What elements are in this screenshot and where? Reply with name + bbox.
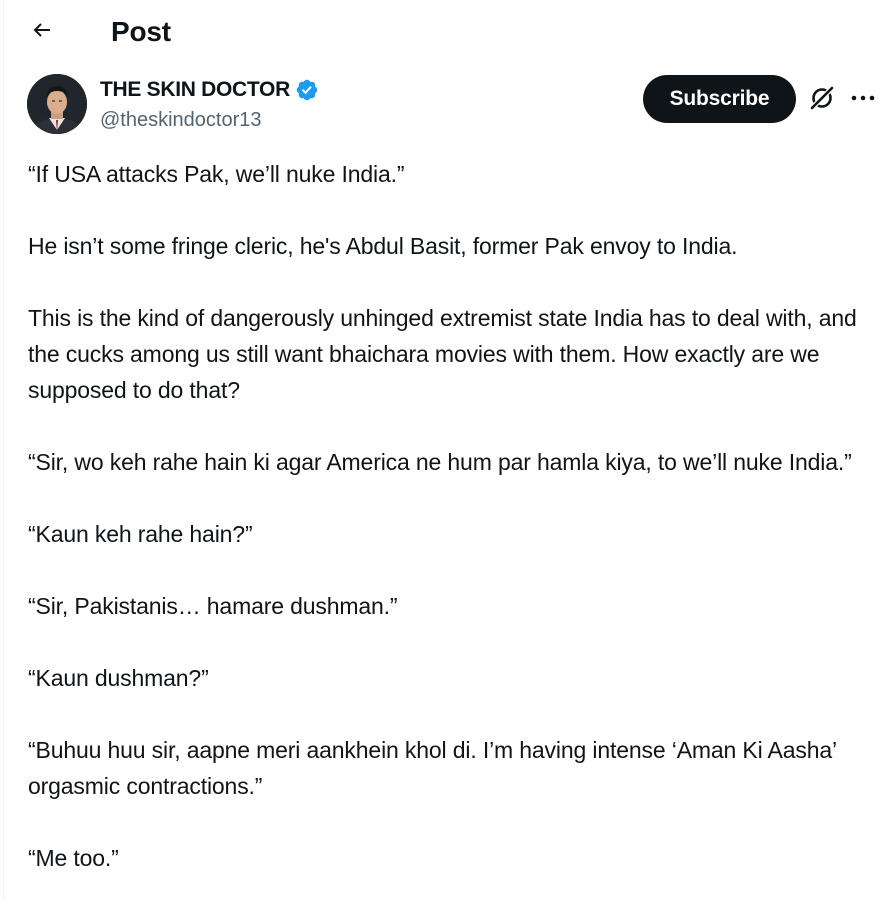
verified-badge-icon bbox=[295, 78, 319, 102]
more-options-button[interactable] bbox=[846, 82, 880, 116]
post-paragraph: “Buhuu huu sir, aapne meri aankhein khol… bbox=[28, 737, 843, 799]
post-paragraph: “If USA attacks Pak, we’ll nuke India.” bbox=[28, 161, 405, 187]
post-paragraph: He isn’t some fringe cleric, he's Abdul … bbox=[28, 233, 738, 259]
author-name[interactable]: THE SKIN DOCTOR bbox=[100, 77, 319, 103]
back-button[interactable] bbox=[22, 12, 62, 52]
subscribe-button[interactable]: Subscribe bbox=[643, 75, 796, 123]
top-bar: Post bbox=[0, 0, 883, 64]
post-text: “If USA attacks Pak, we’ll nuke India.” … bbox=[28, 156, 883, 912]
post-paragraph: “Me too.” bbox=[28, 845, 119, 871]
more-dots-icon bbox=[850, 90, 876, 108]
post-paragraph: “Kaun dushman?” bbox=[28, 665, 209, 691]
post-paragraph: “Sir, Pakistanis… hamare dushman.” bbox=[28, 593, 398, 619]
left-border bbox=[3, 0, 4, 901]
page-title: Post bbox=[111, 16, 171, 47]
author-name-text: THE SKIN DOCTOR bbox=[100, 78, 290, 101]
post-paragraph: “Kaun keh rahe hain?” bbox=[28, 521, 253, 547]
grok-icon bbox=[808, 84, 836, 117]
post-paragraph: This is the kind of dangerously unhinged… bbox=[28, 305, 863, 403]
author-avatar[interactable] bbox=[27, 74, 87, 134]
post-paragraph: “Sir, wo keh rahe hain ki agar America n… bbox=[28, 449, 852, 475]
arrow-left-icon bbox=[30, 18, 54, 47]
grok-button[interactable] bbox=[804, 82, 840, 118]
author-handle[interactable]: @theskindoctor13 bbox=[100, 107, 262, 133]
